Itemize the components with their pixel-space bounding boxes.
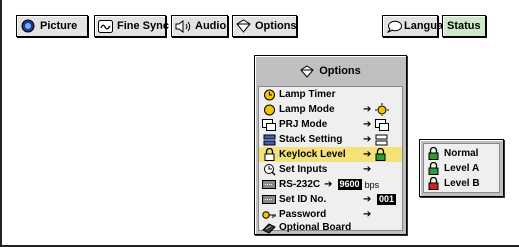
tab-label: Options	[255, 20, 297, 32]
arrow-icon: ➔	[363, 119, 372, 130]
lock-green-icon	[428, 147, 440, 160]
rs232c-icon	[262, 178, 276, 191]
menu-item-label: Keylock Level	[279, 149, 346, 160]
options-icon	[300, 64, 314, 78]
baud-rate-value[interactable]: 9600	[337, 179, 362, 190]
arrow-icon: ➔	[363, 194, 372, 205]
lock-red-icon	[428, 177, 440, 190]
prj-setting-icon	[375, 118, 389, 131]
menu-item-label: RS-232C	[279, 179, 321, 190]
id-value[interactable]: 001	[377, 194, 397, 205]
keylock-option-label: Level B	[444, 178, 480, 189]
tab-options[interactable]: Options	[232, 15, 297, 37]
tab-label: Picture	[40, 20, 78, 32]
keylock-option-label: Level A	[444, 163, 480, 174]
menu-items: Lamp Timer Lamp Mode ➔ PRJ Mode ➔ Stack …	[258, 86, 403, 234]
lamp-timer-icon	[262, 88, 276, 101]
speech-bubble-icon	[387, 18, 402, 34]
menu-item-rs232c[interactable]: RS-232C ➔ 9600 bps	[259, 177, 402, 192]
menu-item-keylock-level[interactable]: Keylock Level ➔	[259, 147, 402, 162]
set-id-icon	[262, 193, 276, 206]
arrow-icon: ➔	[363, 209, 372, 220]
lamp-mode-icon	[262, 103, 276, 116]
menu-item-optional-board[interactable]: Optional Board	[259, 220, 402, 235]
stack-setting-icon	[262, 133, 276, 146]
tab-label: Fine Sync	[117, 20, 169, 32]
menu-title-text: Options	[319, 65, 361, 77]
tab-status[interactable]: Status	[442, 15, 486, 37]
tab-fine-sync[interactable]: Fine Sync	[94, 15, 169, 37]
tab-label: Audio	[195, 20, 227, 32]
menu-title: Options	[255, 62, 406, 80]
menu-item-label: PRJ Mode	[279, 119, 328, 130]
picture-icon	[20, 18, 36, 34]
prj-mode-icon	[262, 118, 276, 131]
set-inputs-icon	[262, 163, 276, 176]
tab-language[interactable]: Language	[382, 15, 456, 37]
options-icon	[236, 18, 251, 34]
fine-sync-icon	[98, 18, 113, 34]
menu-item-stack-setting[interactable]: Stack Setting ➔	[259, 132, 402, 147]
menu-item-prj-mode[interactable]: PRJ Mode ➔	[259, 117, 402, 132]
tab-audio[interactable]: Audio	[171, 15, 228, 37]
menu-item-label: Lamp Timer	[279, 89, 336, 100]
arrow-icon: ➔	[363, 104, 372, 115]
options-menu: Options Lamp Timer Lamp Mode ➔ PRJ Mode …	[254, 55, 407, 235]
keylock-submenu: Normal Level A Level B	[419, 139, 504, 197]
keylock-option-normal[interactable]: Normal	[424, 146, 499, 161]
lock-icon	[262, 148, 276, 161]
lock-green-icon	[428, 162, 440, 175]
menu-item-label: Set ID No.	[279, 194, 327, 205]
keylock-option-label: Normal	[444, 148, 479, 159]
keylock-option-level-a[interactable]: Level A	[424, 161, 499, 176]
arrow-icon: ➔	[363, 164, 372, 175]
menu-item-label: Set Inputs	[279, 164, 328, 175]
lamp-setting-icon	[375, 103, 389, 116]
speaker-icon	[175, 18, 191, 34]
baud-unit: bps	[364, 179, 380, 190]
arrow-icon: ➔	[363, 134, 372, 145]
menu-item-lamp-mode[interactable]: Lamp Mode ➔	[259, 102, 402, 117]
menu-item-label: Password	[279, 209, 327, 220]
menu-item-set-inputs[interactable]: Set Inputs ➔	[259, 162, 402, 177]
menu-item-set-id[interactable]: Set ID No. ➔ 001	[259, 192, 402, 207]
arrow-icon: ➔	[363, 149, 372, 160]
keylock-options: Normal Level A Level B	[423, 143, 500, 193]
menu-item-lamp-timer[interactable]: Lamp Timer	[259, 87, 402, 102]
stack-setting-value-icon	[375, 134, 388, 146]
menu-item-label: Optional Board	[279, 222, 352, 233]
keylock-option-level-b[interactable]: Level B	[424, 176, 499, 191]
menu-item-label: Stack Setting	[279, 134, 343, 145]
menu-item-label: Lamp Mode	[279, 104, 335, 115]
screen-left-border	[0, 0, 2, 247]
board-icon	[262, 221, 276, 234]
arrow-icon: ➔	[324, 179, 333, 190]
lock-green-icon	[375, 148, 386, 161]
tab-label: Status	[447, 20, 481, 32]
tab-picture[interactable]: Picture	[16, 15, 88, 37]
